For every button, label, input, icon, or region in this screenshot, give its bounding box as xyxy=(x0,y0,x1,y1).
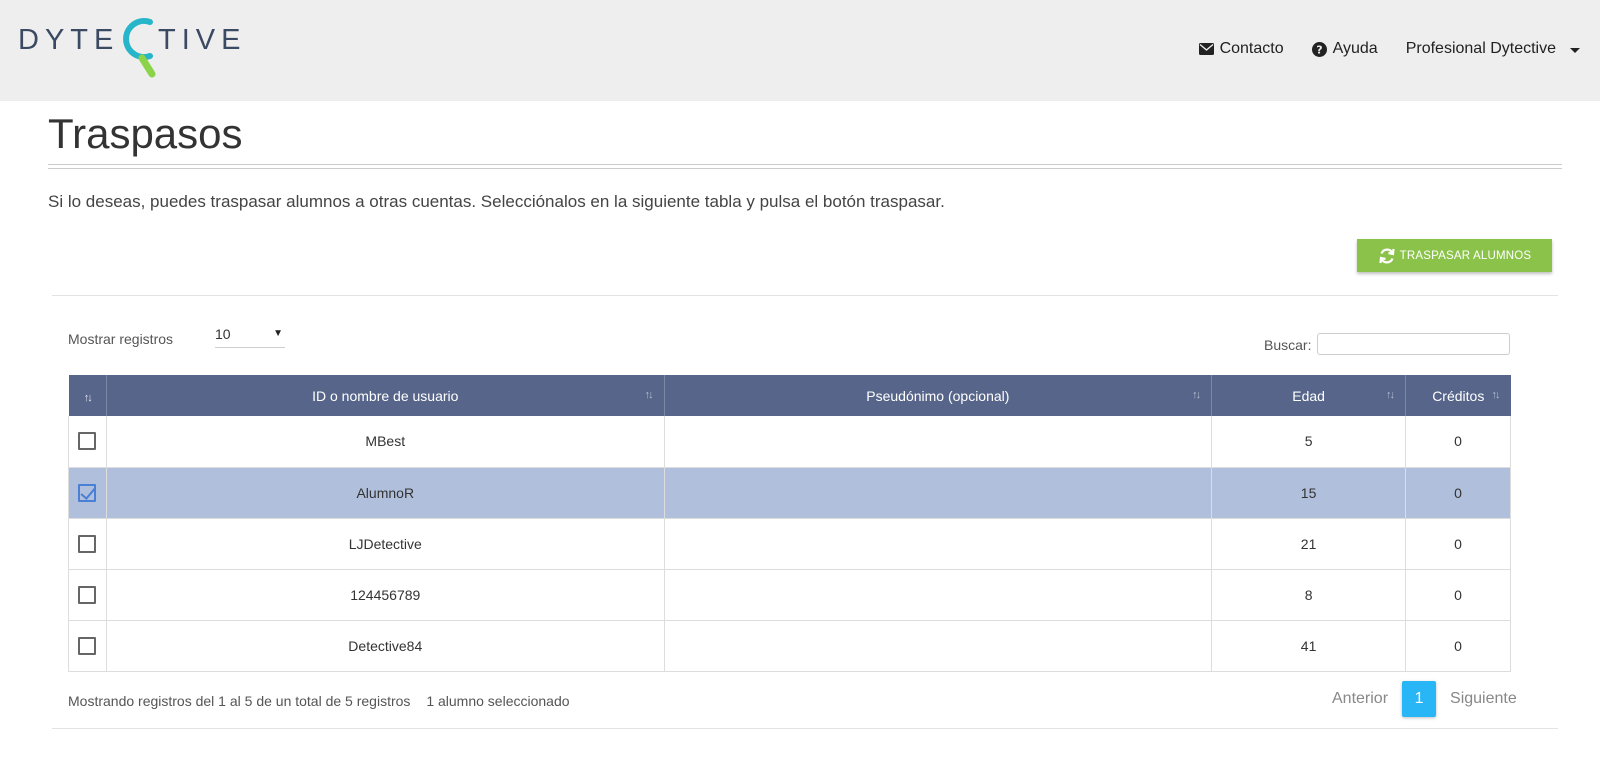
cell-id: LJDetective xyxy=(106,518,665,570)
transfer-button-label: TRASPASAR ALUMNOS xyxy=(1399,249,1532,262)
column-header-age[interactable]: Edad ↑↓ xyxy=(1211,375,1407,416)
records-per-page-select[interactable]: 10 ▼ xyxy=(215,320,285,348)
column-header-alias[interactable]: Pseudónimo (opcional) ↑↓ xyxy=(664,375,1213,416)
table-info: Mostrando registros del 1 al 5 de un tot… xyxy=(68,693,570,709)
search-label: Buscar: xyxy=(1264,337,1312,353)
pagination: Anterior 1 Siguiente xyxy=(1330,681,1519,717)
sort-icon: ↑↓ xyxy=(1192,389,1201,401)
cell-id: MBest xyxy=(106,416,665,468)
row-checkbox[interactable] xyxy=(78,534,97,553)
table-row[interactable]: Detective84 41 0 xyxy=(68,620,1511,672)
length-label: Mostrar registros xyxy=(68,331,174,347)
svg-text:?: ? xyxy=(1316,43,1322,56)
row-checkbox[interactable] xyxy=(78,432,97,451)
records-info: Mostrando registros del 1 al 5 de un tot… xyxy=(68,693,411,709)
dropdown-arrow-icon: ▼ xyxy=(273,328,283,339)
row-checkbox-checked[interactable] xyxy=(78,483,97,502)
cell-alias xyxy=(664,569,1213,621)
panel-divider-top xyxy=(52,295,1558,296)
user-menu-dropdown[interactable]: Profesional Dytective xyxy=(1406,40,1580,58)
question-circle-icon: ? xyxy=(1311,41,1327,57)
column-header-credits[interactable]: Créditos ↑↓ xyxy=(1405,375,1511,416)
row-checkbox[interactable] xyxy=(78,636,97,655)
cell-age: 5 xyxy=(1211,416,1407,468)
nav-contact-label: Contacto xyxy=(1219,40,1284,57)
nav-contact[interactable]: Contacto xyxy=(1198,40,1284,58)
nav-help[interactable]: ? Ayuda xyxy=(1311,40,1378,58)
dytective-logo[interactable]: DYTE TIVE xyxy=(18,16,258,86)
row-checkbox[interactable] xyxy=(78,585,97,604)
cell-alias xyxy=(664,416,1213,468)
caret-down-icon xyxy=(1570,47,1580,53)
envelope-icon xyxy=(1198,43,1214,55)
refresh-icon xyxy=(1379,248,1395,263)
cell-age: 15 xyxy=(1211,467,1407,519)
search-input[interactable] xyxy=(1317,333,1510,355)
panel-divider-bottom xyxy=(52,728,1558,729)
cell-alias xyxy=(664,467,1213,519)
cell-age: 21 xyxy=(1211,518,1407,570)
pagination-next[interactable]: Siguiente xyxy=(1448,690,1519,708)
table-row[interactable]: MBest 5 0 xyxy=(68,416,1511,468)
table-row-selected[interactable]: AlumnoR 15 0 xyxy=(68,467,1511,519)
cell-credits: 0 xyxy=(1405,518,1511,570)
column-header-id[interactable]: ID o nombre de usuario ↑↓ xyxy=(106,375,665,416)
cell-alias xyxy=(664,518,1213,570)
column-header-id-label: ID o nombre de usuario xyxy=(312,387,459,404)
top-nav: Contacto ? Ayuda Profesional Dytective xyxy=(1198,40,1580,58)
cell-credits: 0 xyxy=(1405,416,1511,468)
sort-icon: ↑↓ xyxy=(1491,389,1501,401)
sort-icon: ↑↓ xyxy=(83,391,93,404)
cell-id: AlumnoR xyxy=(106,467,665,519)
cell-credits: 0 xyxy=(1405,620,1511,672)
cell-credits: 0 xyxy=(1405,467,1511,519)
logo-text-right: TIVE xyxy=(158,24,247,56)
pagination-prev[interactable]: Anterior xyxy=(1330,690,1390,708)
pagination-page-1[interactable]: 1 xyxy=(1402,681,1437,717)
logo-text-left: DYTE xyxy=(18,24,120,56)
column-header-alias-label: Pseudónimo (opcional) xyxy=(866,387,1010,404)
column-header-age-label: Edad xyxy=(1292,387,1325,404)
selected-count-info: 1 alumno seleccionado xyxy=(426,693,570,709)
cell-id: Detective84 xyxy=(106,620,665,672)
cell-credits: 0 xyxy=(1405,569,1511,621)
title-divider xyxy=(48,164,1562,169)
column-header-credits-label: Créditos xyxy=(1432,387,1485,404)
table-header-row: ↑↓ ID o nombre de usuario ↑↓ Pseudónimo … xyxy=(68,375,1511,416)
user-menu-label: Profesional Dytective xyxy=(1405,40,1556,57)
sort-icon: ↑↓ xyxy=(644,389,654,401)
table-row[interactable]: LJDetective 21 0 xyxy=(68,518,1511,570)
nav-help-label: Ayuda xyxy=(1332,40,1378,57)
intro-text: Si lo deseas, puedes traspasar alumnos a… xyxy=(48,192,945,211)
students-table: ↑↓ ID o nombre de usuario ↑↓ Pseudónimo … xyxy=(68,375,1511,672)
transfer-students-button[interactable]: TRASPASAR ALUMNOS xyxy=(1357,239,1552,272)
cell-alias xyxy=(664,620,1213,672)
cell-id: 124456789 xyxy=(106,569,665,621)
top-header: DYTE TIVE Contacto ? Ayuda Profesional D… xyxy=(0,0,1600,101)
table-row[interactable]: 124456789 8 0 xyxy=(68,569,1511,621)
cell-age: 41 xyxy=(1211,620,1407,672)
sort-icon: ↑↓ xyxy=(1386,389,1395,401)
cell-age: 8 xyxy=(1211,569,1407,621)
page-title: Traspasos xyxy=(48,110,243,157)
records-per-page-value: 10 xyxy=(215,325,231,342)
select-column-header[interactable]: ↑↓ xyxy=(68,375,107,416)
